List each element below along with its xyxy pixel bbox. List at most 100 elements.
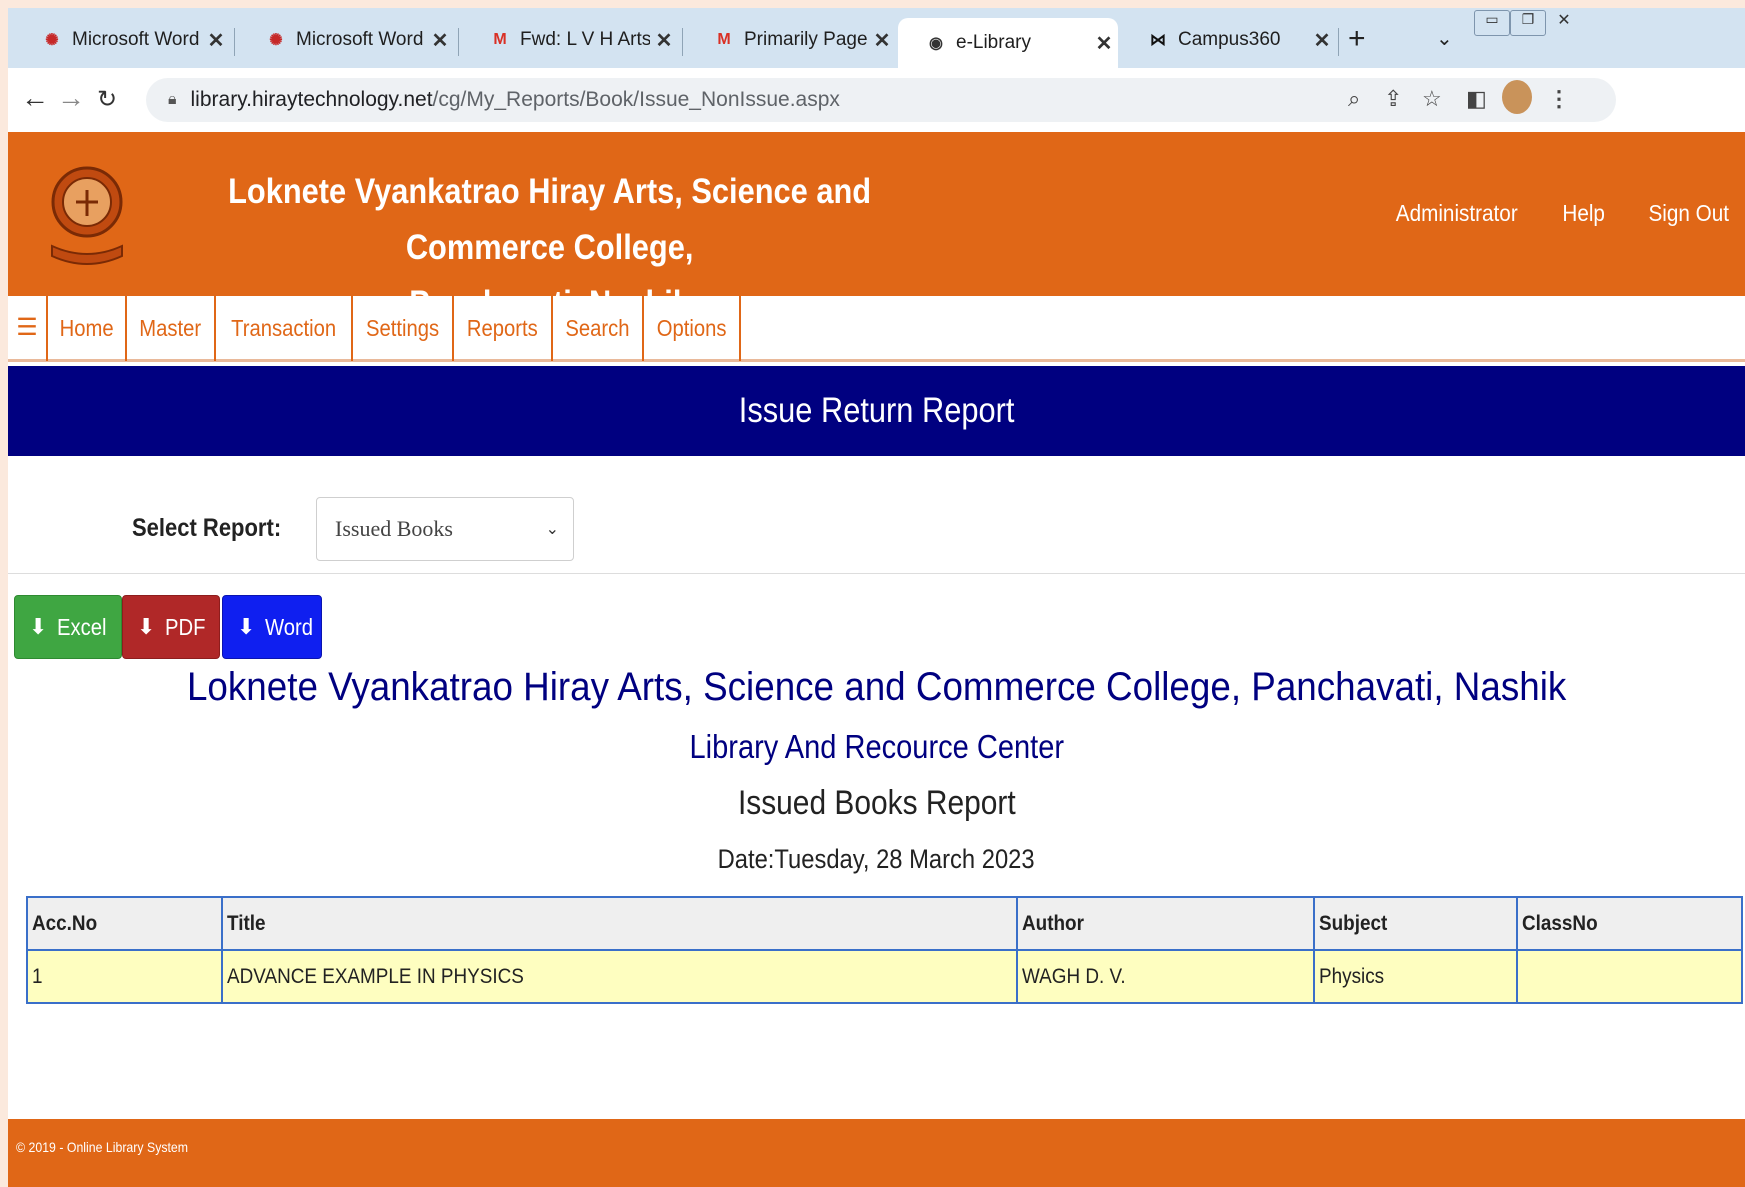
- report-filter-row: Select Report: Issued Books ⌄: [8, 494, 1745, 574]
- download-icon: ⬇: [29, 614, 48, 640]
- menu-item-home[interactable]: Home: [46, 294, 125, 361]
- menu-item-reports[interactable]: Reports: [452, 294, 551, 361]
- menu-item-master[interactable]: Master: [125, 294, 213, 361]
- zoom-icon[interactable]: ⌕: [1348, 86, 1360, 112]
- column-header-label: ClassNo: [1522, 911, 1598, 935]
- minimize-window-icon[interactable]: ▭: [1474, 10, 1510, 36]
- cell-text: Physics: [1319, 964, 1385, 988]
- column-header-title: Title: [221, 896, 1018, 951]
- gmail-icon: M: [717, 31, 731, 48]
- close-tab-icon[interactable]: ✕: [1308, 28, 1336, 53]
- browser-tab[interactable]: M Primarily Pages - sp.vyal ✕: [686, 18, 896, 62]
- menu-item-label: Master: [139, 314, 202, 341]
- college-logo: [51, 166, 123, 265]
- column-header-label: Acc.No: [32, 911, 98, 935]
- close-tab-icon[interactable]: ✕: [868, 28, 896, 53]
- help-link[interactable]: Help: [1563, 200, 1606, 227]
- cell-text: 1: [32, 964, 43, 988]
- browser-tab[interactable]: M Fwd: L V H Arts Comm & ✕: [462, 18, 678, 62]
- close-tab-icon[interactable]: ✕: [650, 28, 678, 53]
- tab-divider: [1338, 28, 1339, 56]
- cell-title: ADVANCE EXAMPLE IN PHYSICS: [221, 949, 1018, 1004]
- report-type-select[interactable]: Issued Books ⌄: [316, 497, 574, 561]
- cell-author: WAGH D. V.: [1016, 949, 1315, 1004]
- report-date: Date:Tuesday, 28 March 2023: [8, 844, 1745, 875]
- tab-divider: [458, 28, 459, 56]
- browser-tab-active[interactable]: ◉ e-Library ✕: [898, 18, 1118, 68]
- url-path: /cg/My_Reports/Book/Issue_NonIssue.aspx: [432, 88, 840, 111]
- column-header-classno: ClassNo: [1516, 896, 1743, 951]
- globe-icon: ◉: [929, 35, 943, 52]
- chevron-down-icon: ⌄: [545, 519, 559, 538]
- menu-item-label: Reports: [466, 314, 538, 341]
- browser-tab[interactable]: ⋈ Campus360 ✕: [1120, 18, 1336, 62]
- browser-menu-icon[interactable]: ⋮: [1548, 86, 1570, 112]
- menu-item-label: Options: [656, 314, 727, 341]
- tab-divider: [234, 28, 235, 56]
- close-tab-icon[interactable]: ✕: [1090, 31, 1118, 56]
- select-report-label: Select Report:: [132, 514, 282, 542]
- browser-tab[interactable]: ✺ Microsoft Word - 4.2.1 L ✕: [238, 18, 454, 62]
- bookmark-star-icon[interactable]: ☆: [1422, 86, 1442, 112]
- cell-text: WAGH D. V.: [1022, 964, 1126, 988]
- report-date-text: Date:Tuesday, 28 March 2023: [718, 844, 1035, 874]
- profile-avatar[interactable]: [1502, 80, 1532, 114]
- lock-icon: 🔒︎: [168, 91, 177, 108]
- download-icon: ⬇: [137, 614, 156, 640]
- column-header-accno: Acc.No: [26, 896, 223, 951]
- export-pdf-button[interactable]: ⬇ PDF: [122, 595, 220, 659]
- share-icon[interactable]: ⇪: [1384, 86, 1402, 112]
- browser-address-bar: ← → ↻ 🔒︎ library.hiraytechnology.net/cg/…: [8, 68, 1745, 132]
- report-college-text: Loknete Vyankatrao Hiray Arts, Science a…: [186, 665, 1567, 709]
- tab-title: Microsoft Word - 4.2.1 L: [72, 29, 202, 50]
- top-links: Administrator Help Sign Out: [1389, 200, 1733, 227]
- sign-out-link[interactable]: Sign Out: [1648, 200, 1729, 227]
- close-tab-icon[interactable]: ✕: [202, 28, 230, 53]
- forward-arrow-icon[interactable]: →: [56, 82, 86, 114]
- tab-search-chevron-icon[interactable]: ⌄: [1436, 26, 1453, 51]
- page-title-banner: Issue Return Report: [8, 366, 1745, 456]
- gmail-icon: M: [493, 31, 507, 48]
- restore-window-icon[interactable]: ❐: [1510, 10, 1546, 36]
- close-window-icon[interactable]: ✕: [1546, 10, 1582, 36]
- column-header-label: Subject: [1319, 911, 1388, 935]
- tab-title: Campus360: [1178, 29, 1281, 50]
- tab-title: Primarily Pages - sp.vyal: [744, 29, 868, 50]
- report-type-selected-value: Issued Books: [335, 516, 453, 541]
- menu-item-label: Home: [59, 314, 114, 341]
- export-excel-button[interactable]: ⬇ Excel: [14, 595, 122, 659]
- microsoft-word-favicon-icon: ✺: [269, 32, 283, 49]
- main-menu: ☰ Home Master Transaction Settings Repor…: [8, 294, 1745, 362]
- reload-icon[interactable]: ↻: [92, 85, 122, 114]
- menu-item-settings[interactable]: Settings: [350, 294, 452, 361]
- tab-title: Microsoft Word - 4.2.1 L: [296, 29, 426, 50]
- table-header-row: Acc.No Title Author Subject ClassNo: [26, 896, 1743, 951]
- report-title-text: Issued Books Report: [737, 784, 1016, 822]
- site-footer: © 2019 - Online Library System: [8, 1119, 1745, 1187]
- report-center-name: Library And Recource Center: [8, 728, 1745, 766]
- cell-text: ADVANCE EXAMPLE IN PHYSICS: [227, 964, 524, 988]
- microsoft-word-favicon-icon: ✺: [45, 32, 59, 49]
- browser-tab-strip: ✺ Microsoft Word - 4.2.1 L ✕ ✺ Microsoft…: [8, 8, 1745, 68]
- page-title: Issue Return Report: [738, 391, 1015, 430]
- export-word-label: Word: [265, 613, 314, 640]
- export-word-button[interactable]: ⬇ Word: [222, 595, 322, 659]
- menu-item-search[interactable]: Search: [550, 294, 642, 361]
- menu-item-options[interactable]: Options: [641, 294, 741, 361]
- back-arrow-icon[interactable]: ←: [20, 82, 50, 114]
- cell-classno: [1516, 949, 1743, 1004]
- column-header-label: Author: [1022, 911, 1084, 935]
- browser-tab[interactable]: ✺ Microsoft Word - 4.2.1 L ✕: [14, 18, 230, 62]
- menu-item-transaction[interactable]: Transaction: [213, 294, 351, 361]
- hamburger-menu-icon[interactable]: ☰: [8, 313, 46, 342]
- report-title: Issued Books Report: [8, 784, 1745, 823]
- new-tab-icon[interactable]: +: [1348, 22, 1366, 56]
- footer-copyright: © 2019 - Online Library System: [16, 1139, 189, 1155]
- close-tab-icon[interactable]: ✕: [426, 28, 454, 53]
- administrator-link[interactable]: Administrator: [1395, 200, 1517, 227]
- campus360-icon: ⋈: [1150, 32, 1166, 49]
- side-panel-icon[interactable]: ◧: [1466, 86, 1487, 112]
- tab-title: e-Library: [956, 32, 1031, 53]
- tab-title: Fwd: L V H Arts Comm &: [520, 29, 650, 50]
- cell-subject: Physics: [1313, 949, 1518, 1004]
